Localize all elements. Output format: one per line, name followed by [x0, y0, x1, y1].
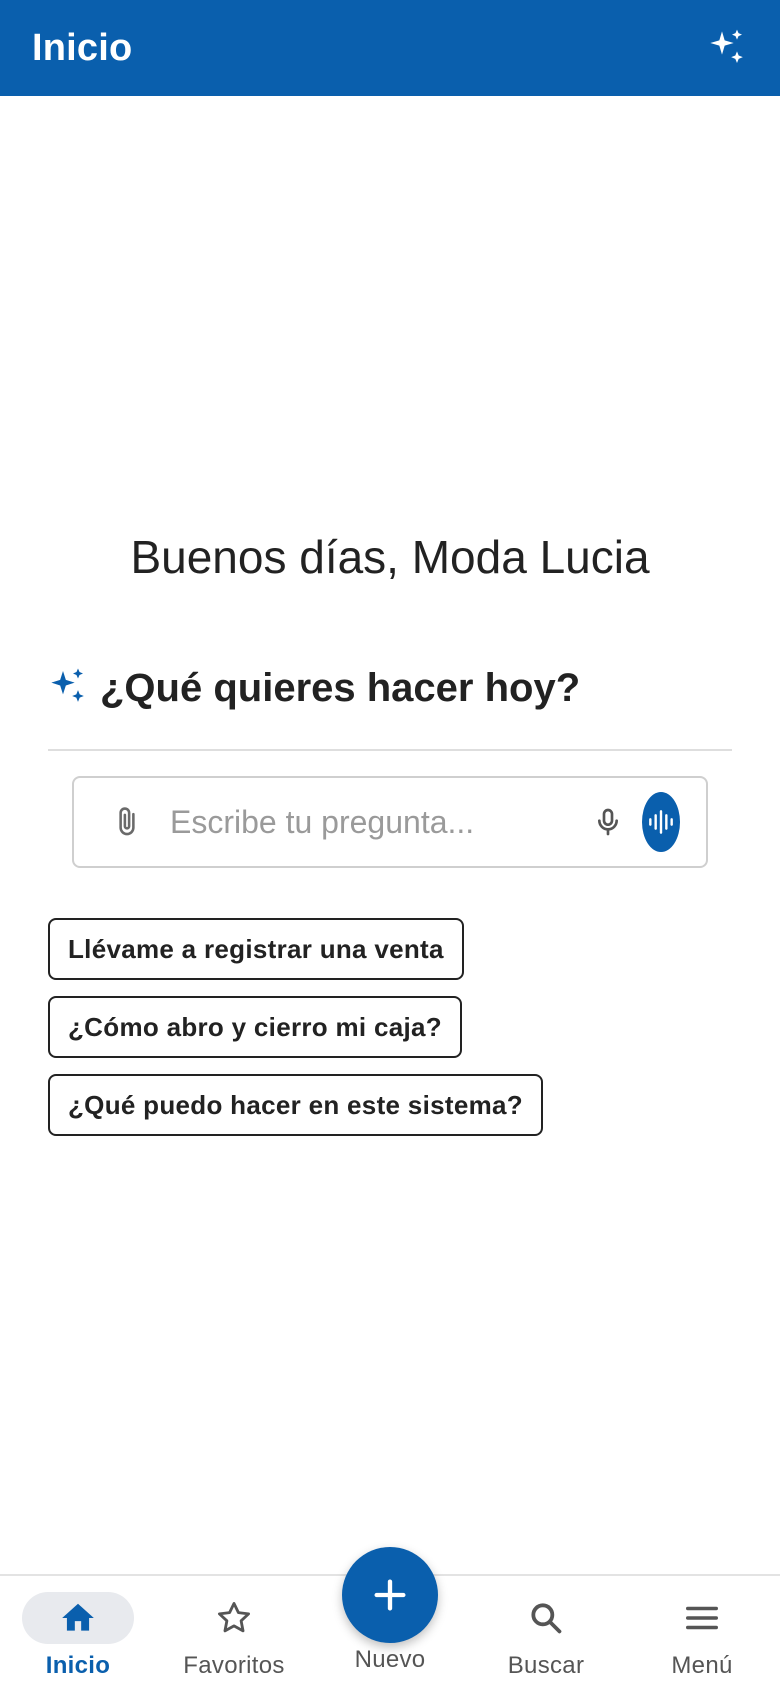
- nav-label-menu: Menú: [671, 1652, 733, 1679]
- suggestion-chip-register-sale[interactable]: Llévame a registrar una venta: [48, 918, 464, 980]
- app-bar: Inicio: [0, 0, 780, 96]
- plus-icon: [374, 1579, 406, 1611]
- nav-item-inicio[interactable]: Inicio: [0, 1576, 156, 1690]
- paperclip-icon[interactable]: [110, 802, 144, 842]
- sparkles-icon: [48, 666, 88, 711]
- greeting-text: Buenos días, Moda Lucia: [130, 531, 650, 583]
- nav-label-favoritos: Favoritos: [183, 1652, 285, 1679]
- hamburger-menu-icon: [646, 1592, 758, 1644]
- nav-item-favoritos[interactable]: Favoritos: [156, 1576, 312, 1690]
- assistant-heading: ¿Qué quieres hacer hoy?: [48, 666, 580, 711]
- star-icon: [178, 1592, 290, 1644]
- question-input-box: [72, 776, 708, 868]
- nav-label-buscar: Buscar: [507, 1652, 585, 1679]
- divider: [48, 749, 732, 751]
- nav-item-buscar[interactable]: Buscar: [468, 1576, 624, 1690]
- home-icon: [22, 1592, 134, 1644]
- audio-wave-icon: [649, 810, 673, 834]
- microphone-icon[interactable]: [592, 802, 624, 842]
- suggestion-chip-system-capabilities[interactable]: ¿Qué puedo hacer en este sistema?: [48, 1074, 543, 1136]
- suggestion-list: Llévame a registrar una venta ¿Cómo abro…: [48, 918, 543, 1136]
- suggestion-chip-open-close-register[interactable]: ¿Cómo abro y cierro mi caja?: [48, 996, 462, 1058]
- nav-item-menu[interactable]: Menú: [624, 1576, 780, 1690]
- search-icon: [490, 1592, 602, 1644]
- question-input[interactable]: [168, 802, 592, 842]
- nav-label-nuevo[interactable]: Nuevo: [330, 1646, 450, 1674]
- assistant-heading-label: ¿Qué quieres hacer hoy?: [100, 666, 581, 710]
- page-title: Inicio: [32, 26, 133, 69]
- new-fab-button[interactable]: [342, 1547, 438, 1643]
- voice-chat-button[interactable]: [642, 792, 680, 852]
- nav-label-inicio: Inicio: [45, 1652, 111, 1679]
- sparkles-icon[interactable]: [704, 25, 750, 71]
